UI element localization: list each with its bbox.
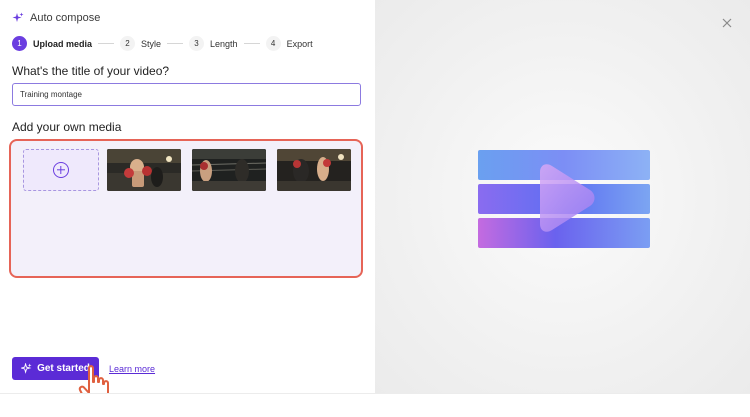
step-separator xyxy=(98,43,115,44)
close-icon[interactable] xyxy=(720,16,734,30)
step-number: 4 xyxy=(265,36,281,51)
add-media-button[interactable] xyxy=(23,149,99,191)
step-number: 3 xyxy=(189,36,205,51)
step-label: Upload media xyxy=(33,38,93,49)
step-label: Style xyxy=(141,38,162,49)
video-title-heading: What's the title of your video? xyxy=(12,64,170,78)
learn-more-link[interactable]: Learn more xyxy=(109,364,155,374)
video-play-illustration xyxy=(478,150,650,248)
step-export[interactable]: 4 Export xyxy=(265,36,313,51)
step-number: 1 xyxy=(12,36,27,51)
video-title-input[interactable] xyxy=(12,83,361,106)
panel-header: Auto compose xyxy=(12,12,100,24)
step-upload-media[interactable]: 1 Upload media xyxy=(12,36,92,51)
sparkle-icon xyxy=(12,12,24,22)
step-length[interactable]: 3 Length xyxy=(189,36,238,51)
media-thumbnail[interactable] xyxy=(192,149,266,191)
plus-circle-icon xyxy=(53,162,69,178)
sparkle-icon xyxy=(21,363,32,374)
bottom-divider xyxy=(0,393,750,417)
media-thumbnail[interactable] xyxy=(107,149,181,191)
step-style[interactable]: 2 Style xyxy=(120,36,161,51)
panel-title: Auto compose xyxy=(30,12,101,24)
auto-compose-panel: Auto compose 1 Upload media 2 Style 3 Le… xyxy=(0,0,375,417)
step-separator xyxy=(167,43,184,44)
media-dropzone[interactable] xyxy=(9,139,363,278)
step-label: Length xyxy=(210,38,238,49)
step-separator xyxy=(243,43,260,44)
media-heading: Add your own media xyxy=(12,120,122,134)
step-number: 2 xyxy=(120,36,136,51)
media-thumbnail[interactable] xyxy=(277,149,351,191)
stepper: 1 Upload media 2 Style 3 Length 4 Export xyxy=(12,36,313,51)
step-label: Export xyxy=(286,38,313,49)
